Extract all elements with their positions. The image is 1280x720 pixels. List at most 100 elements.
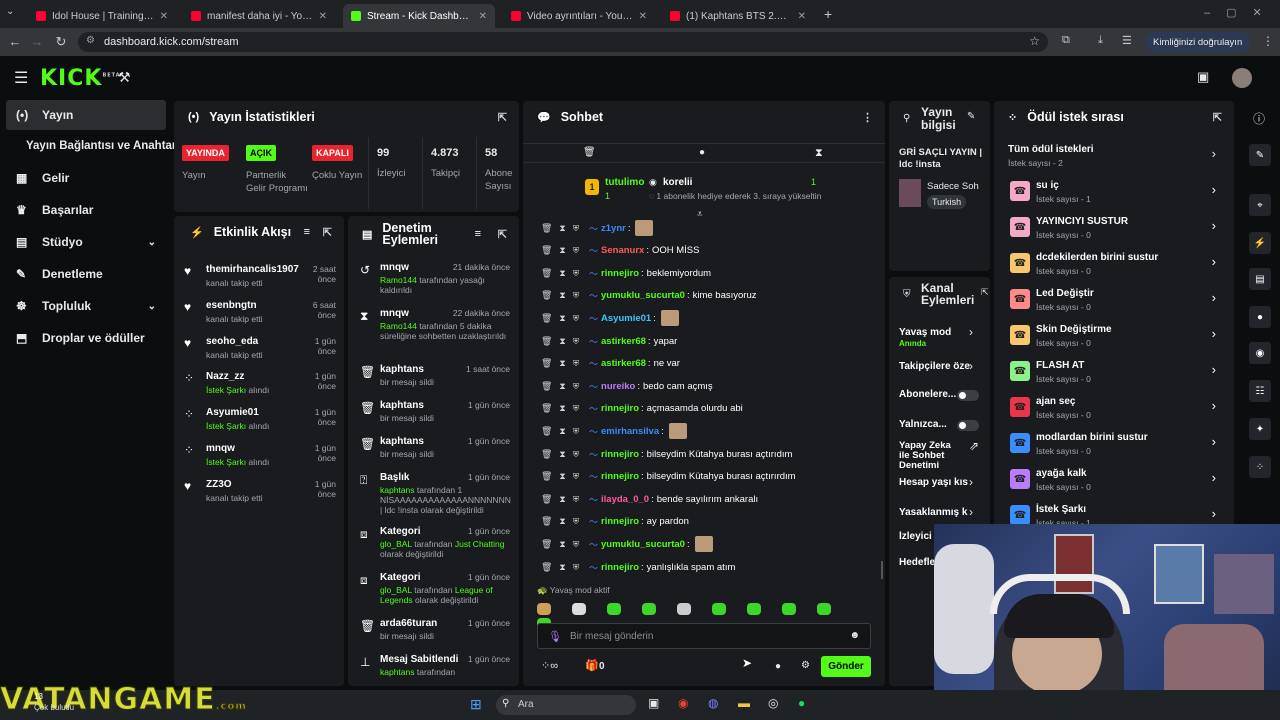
mod-action-item[interactable]: ⍰ Başlık 1 gün önce kaphtans tarafından 1 N… <box>348 470 520 515</box>
channel-action-item[interactable]: Takipçilere öze <box>899 361 979 372</box>
hourglass-icon[interactable]: ⧗ <box>815 147 823 160</box>
sidebar-item[interactable]: Yayın Bağlantısı ve Anahtarı <box>6 131 180 161</box>
layout-icon[interactable]: ☷ <box>1249 380 1271 402</box>
url-input[interactable]: ⚙ dashboard.kick.com/stream ☆ <box>78 32 1048 52</box>
popout-icon[interactable]: ⇱ <box>498 111 507 124</box>
spotify-icon[interactable]: ● <box>798 696 805 710</box>
chat-input[interactable]: 🎙 Bir mesaj gönderin ☻ <box>537 623 871 649</box>
tab-close-icon[interactable]: ✕ <box>473 11 487 22</box>
tools-icon[interactable]: ⚒ <box>118 69 131 86</box>
tab-close-icon[interactable]: ✕ <box>313 11 327 22</box>
settings-gear-icon[interactable]: ⚙ <box>801 660 810 671</box>
channel-action-item[interactable]: Yasaklanmış k <box>899 507 979 518</box>
taskbar-search-input[interactable]: ⚲ Ara <box>496 695 636 715</box>
all-rewards-row[interactable]: Tüm ödül istekleri İstek sayısı - 2 › <box>994 141 1234 173</box>
popout-icon[interactable]: ⇱ <box>981 287 989 298</box>
chrome-icon[interactable]: ◉ <box>678 696 688 710</box>
reward-icon[interactable]: ⁘ <box>1249 456 1271 478</box>
sidebar-item[interactable]: ⬒ Droplar ve ödüller <box>6 323 166 353</box>
edit-icon[interactable]: ✎ <box>1249 144 1271 166</box>
external-link-icon[interactable]: ⇗ <box>969 439 979 453</box>
mod-action-item[interactable]: ↺ mnqw 21 dakika önce Ramo144 tarafından ya… <box>348 260 520 304</box>
discord-icon[interactable]: ◍ <box>708 696 718 710</box>
chat-bubble-icon[interactable]: ● <box>1249 306 1271 328</box>
chat-bubble-icon[interactable]: ● <box>775 661 781 672</box>
reward-item[interactable]: ☎ FLASH AT İstek sayısı - 0 › <box>994 357 1234 393</box>
mod-action-item[interactable]: ⧈ Kategori 1 gün önce glo_BAL tarafından Le… <box>348 570 520 614</box>
reward-item[interactable]: ☎ Skin Değiştirme İstek sayısı - 0 › <box>994 321 1234 357</box>
tab-close-icon[interactable]: ✕ <box>633 11 647 22</box>
activity-item[interactable]: ⁘ mnqw İstek Şarkı alındı 1 gün önce <box>174 439 346 475</box>
reward-item[interactable]: ☎ Led Değiştir İstek sayısı - 0 › <box>994 285 1234 321</box>
microphone-icon[interactable]: 🎙 <box>548 630 562 643</box>
chat-message[interactable]: 🗑⧗⛨ 〜 astirker68: yapar <box>523 331 885 351</box>
activity-item[interactable]: ♥ esenbngtn kanalı takip etti 6 saat önce <box>174 296 346 332</box>
mod-quick-actions[interactable]: 🗑⧗⛨ <box>523 539 589 550</box>
mod-action-item[interactable]: ⧈ Kategori 1 gün önce glo_BAL tarafından Ju… <box>348 524 520 568</box>
site-info-icon[interactable]: ⚙ <box>86 35 95 46</box>
chat-message[interactable]: 🗑⧗⛨ 〜 rinnejiro: açmasamda olurdu abi <box>523 399 885 419</box>
chat-message[interactable]: 🗑⧗⛨ 〜 rinnejiro: bilseydim Kütahya burası a… <box>523 467 885 487</box>
activity-item[interactable]: ♥ seoho_eda kanalı takip etti 1 gün önce <box>174 332 346 368</box>
wrench-icon[interactable]: ✦ <box>1249 418 1271 440</box>
mod-quick-actions[interactable]: 🗑⧗⛨ <box>523 403 589 414</box>
emoji-icon[interactable]: ☻ <box>849 630 860 641</box>
mod-quick-actions[interactable]: 🗑⧗⛨ <box>523 449 589 460</box>
mod-quick-actions[interactable]: 🗑⧗⛨ <box>523 516 589 527</box>
gifter-name-2[interactable]: korelii <box>663 177 692 188</box>
speech-icon[interactable]: ● <box>699 147 705 158</box>
chat-message[interactable]: 🗑⧗⛨ 〜 z1ynr: <box>523 218 885 238</box>
chevron-right-icon[interactable]: › <box>969 325 973 339</box>
chat-message[interactable]: 🗑⧗⛨ 〜 rinnejiro: bilseydim Kütahya burası a… <box>523 444 885 464</box>
activity-item[interactable]: ♥ ZZ3O kanalı takip etti 1 gün önce <box>174 475 346 511</box>
download-icon[interactable]: ⤓ <box>1098 34 1103 47</box>
popout-icon[interactable]: ⇱ <box>323 226 332 239</box>
mod-quick-actions[interactable]: 🗑⧗⛨ <box>523 562 589 573</box>
filter-icon[interactable]: ≡ <box>475 228 481 240</box>
mod-quick-actions[interactable]: 🗑⧗⛨ <box>523 426 589 437</box>
category-thumbnail[interactable] <box>899 179 921 207</box>
chat-message[interactable]: 🗑⧗⛨ 〜 rinnejiro: ay pardon <box>523 512 885 532</box>
tab-close-icon[interactable]: ✕ <box>792 11 806 22</box>
mod-quick-actions[interactable]: 🗑⧗⛨ <box>523 494 589 505</box>
emote-quick-bar[interactable] <box>537 603 877 630</box>
task-view-icon[interactable]: ▣ <box>648 696 659 710</box>
more-options-icon[interactable]: ⋮ <box>862 111 873 124</box>
reward-item[interactable]: ☎ ayağa kalk İstek sayısı - 0 › <box>994 465 1234 501</box>
reward-item[interactable]: ☎ dcdekilerden birini sustur İstek sayısı … <box>994 249 1234 285</box>
folder-icon[interactable]: ▬ <box>738 696 750 710</box>
chat-message[interactable]: 🗑⧗⛨ 〜 Asyumie01: <box>523 308 885 328</box>
trash-icon[interactable]: 🗑 <box>583 147 596 158</box>
sidebar-item[interactable]: (•) Yayın <box>6 100 166 130</box>
target-icon[interactable]: ⌖ <box>1249 194 1271 216</box>
sidebar-item[interactable]: ☸ Topluluk ⌄ <box>6 291 166 321</box>
mod-quick-actions[interactable]: 🗑⧗⛨ <box>523 245 589 256</box>
chat-message[interactable]: 🗑⧗⛨ 〜 rinnejiro: yanlışlıkla spam atım <box>523 557 885 577</box>
sidebar-item[interactable]: ▤ Stüdyo ⌄ <box>6 227 166 257</box>
browser-menu-icon[interactable]: ⋮ <box>1262 34 1274 48</box>
broadcast-icon[interactable]: ◉ <box>1249 342 1271 364</box>
chat-message[interactable]: 🗑⧗⛨ 〜 yumuklu_sucurta0: kime basıyoruz <box>523 286 885 306</box>
reload-icon[interactable]: ↻ <box>50 34 72 50</box>
activity-item[interactable]: ⁘ Nazz_zz İstek Şarkı alındı 1 gün önce <box>174 367 346 403</box>
kick-logo[interactable]: KICKBETA <box>40 66 121 91</box>
mod-quick-actions[interactable]: 🗑⧗⛨ <box>523 290 589 301</box>
tab-list-icon[interactable]: ⌄ <box>6 6 14 17</box>
send-button[interactable]: Gönder <box>821 656 871 677</box>
filter-icon[interactable]: ≡ <box>304 226 310 238</box>
bolt-icon[interactable]: ⚡ <box>1249 232 1271 254</box>
mod-quick-actions[interactable]: 🗑⧗⛨ <box>523 223 589 234</box>
chat-message[interactable]: 🗑⧗⛨ 〜 astirker68: ne var <box>523 354 885 374</box>
activity-item[interactable]: ♥ themirhancalis1907 kanalı takip etti 2 sa… <box>174 260 346 296</box>
reward-item[interactable]: ☎ ajan seç İstek sayısı - 0 › <box>994 393 1234 429</box>
window-controls[interactable]: –▢✕ <box>1204 6 1278 19</box>
reward-item[interactable]: ☎ su iç İstek sayısı - 1 › <box>994 177 1234 213</box>
chevron-right-icon[interactable]: › <box>969 505 973 519</box>
avatar[interactable] <box>1232 68 1252 88</box>
browser-tab[interactable]: manifest daha iyi - YouTube✕ <box>183 4 335 28</box>
browser-tab[interactable]: Idol House | Training 04 | Eğitim✕ <box>28 4 176 28</box>
new-tab-icon[interactable]: + <box>824 6 832 22</box>
channel-points-icon[interactable]: ⁘∞ <box>541 659 558 672</box>
verify-identity-button[interactable]: Kimliğinizi doğrulayın <box>1145 32 1251 52</box>
toggle-switch[interactable] <box>957 390 979 401</box>
